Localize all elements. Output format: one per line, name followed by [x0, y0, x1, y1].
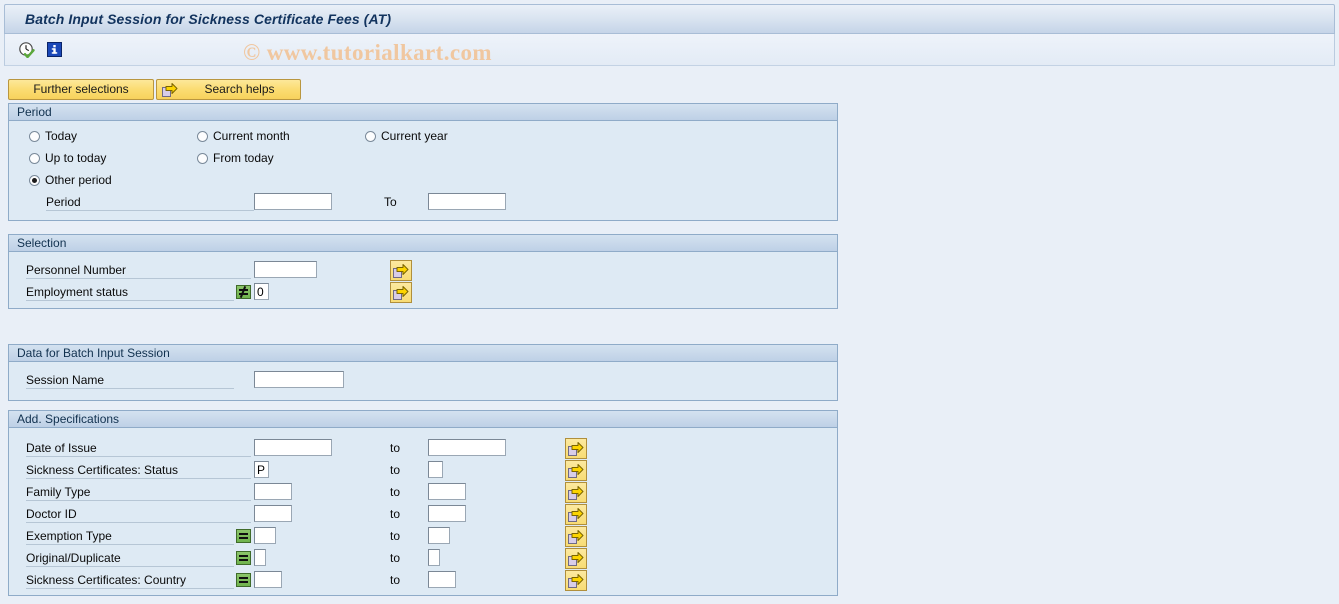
- doctor-id-to-input[interactable]: [428, 505, 466, 522]
- information-icon[interactable]: [46, 41, 63, 58]
- original-duplicate-multi-select-button[interactable]: [565, 548, 587, 569]
- sickness-country-label: Sickness Certificates: Country: [26, 573, 234, 589]
- sickness-status-from-input[interactable]: [254, 461, 269, 478]
- arrow-right-icon: [568, 551, 584, 567]
- radio-label: From today: [213, 151, 274, 165]
- radio-label: Today: [45, 129, 78, 143]
- period-to-input[interactable]: [428, 193, 506, 210]
- exemption-type-label: Exemption Type: [26, 529, 234, 545]
- family-type-from-input[interactable]: [254, 483, 292, 500]
- family-type-to-input[interactable]: [428, 483, 466, 500]
- add-specifications-panel: Add. Specifications Date of Issue to Sic…: [8, 410, 838, 596]
- arrow-right-icon: [568, 529, 584, 545]
- to-label: to: [390, 551, 401, 565]
- application-toolbar: [4, 34, 1335, 66]
- period-panel-header: Period: [9, 104, 837, 121]
- to-label: to: [390, 573, 401, 587]
- arrow-right-icon: [568, 463, 584, 479]
- period-panel: Period Today Current month Current year …: [8, 103, 838, 221]
- radio-other-period[interactable]: Other period: [29, 173, 112, 188]
- batch-session-panel-header: Data for Batch Input Session: [9, 345, 837, 362]
- radio-label: Current month: [213, 129, 290, 143]
- period-from-input[interactable]: [254, 193, 332, 210]
- execute-clock-icon[interactable]: [18, 41, 35, 58]
- batch-session-panel: Data for Batch Input Session Session Nam…: [8, 344, 838, 401]
- radio-current-year[interactable]: Current year: [365, 129, 448, 144]
- original-duplicate-from-input[interactable]: [254, 549, 266, 566]
- search-helps-button[interactable]: Search helps: [156, 79, 301, 100]
- sickness-country-to-input[interactable]: [428, 571, 456, 588]
- radio-indicator: [197, 153, 208, 164]
- to-label: to: [390, 485, 401, 499]
- arrow-right-icon: [568, 573, 584, 589]
- employment-status-input[interactable]: [254, 283, 269, 300]
- further-selections-button[interactable]: Further selections: [8, 79, 154, 100]
- radio-today[interactable]: Today: [29, 129, 77, 144]
- radio-up-to-today[interactable]: Up to today: [29, 151, 106, 166]
- radio-indicator: [29, 153, 40, 164]
- radio-from-today[interactable]: From today: [197, 151, 274, 166]
- arrow-right-icon: [568, 441, 584, 457]
- arrow-right-icon: [162, 82, 178, 98]
- original-duplicate-label: Original/Duplicate: [26, 551, 234, 567]
- arrow-right-icon: [568, 507, 584, 523]
- arrow-right-icon: [568, 485, 584, 501]
- radio-indicator: [365, 131, 376, 142]
- arrow-right-icon: [393, 285, 409, 301]
- radio-indicator: [29, 175, 40, 186]
- period-field-label: Period: [46, 195, 254, 211]
- to-label: to: [390, 529, 401, 543]
- page-title: Batch Input Session for Sickness Certifi…: [25, 11, 392, 27]
- not-equal-operator-icon[interactable]: [236, 285, 251, 299]
- arrow-right-icon: [393, 263, 409, 279]
- family-type-multi-select-button[interactable]: [565, 482, 587, 503]
- selection-panel-header: Selection: [9, 235, 837, 252]
- radio-label: Up to today: [45, 151, 107, 165]
- radio-label: Current year: [381, 129, 448, 143]
- sickness-country-from-input[interactable]: [254, 571, 282, 588]
- date-of-issue-to-input[interactable]: [428, 439, 506, 456]
- radio-indicator: [197, 131, 208, 142]
- personnel-number-input[interactable]: [254, 261, 317, 278]
- original-duplicate-to-input[interactable]: [428, 549, 440, 566]
- date-of-issue-multi-select-button[interactable]: [565, 438, 587, 459]
- doctor-id-multi-select-button[interactable]: [565, 504, 587, 525]
- sickness-status-multi-select-button[interactable]: [565, 460, 587, 481]
- doctor-id-from-input[interactable]: [254, 505, 292, 522]
- personnel-number-label: Personnel Number: [26, 263, 251, 279]
- period-to-label: To: [384, 195, 397, 209]
- radio-current-month[interactable]: Current month: [197, 129, 290, 144]
- selection-panel: Selection Personnel Number Employment st…: [8, 234, 838, 309]
- add-specifications-panel-header: Add. Specifications: [9, 411, 837, 428]
- watermark-text: © www.tutorialkart.com: [243, 40, 492, 65]
- sickness-country-multi-select-button[interactable]: [565, 570, 587, 591]
- search-helps-label: Search helps: [204, 82, 275, 96]
- exemption-type-multi-select-button[interactable]: [565, 526, 587, 547]
- doctor-id-label: Doctor ID: [26, 507, 251, 523]
- session-name-input[interactable]: [254, 371, 344, 388]
- radio-label: Other period: [45, 173, 112, 187]
- sickness-status-to-input[interactable]: [428, 461, 443, 478]
- date-of-issue-label: Date of Issue: [26, 441, 251, 457]
- window-title-bar: Batch Input Session for Sickness Certifi…: [4, 4, 1335, 34]
- equal-operator-icon[interactable]: [236, 529, 251, 543]
- employment-status-label: Employment status: [26, 285, 234, 301]
- personnel-number-multi-select-button[interactable]: [390, 260, 412, 281]
- to-label: to: [390, 507, 401, 521]
- sickness-status-label: Sickness Certificates: Status: [26, 463, 251, 479]
- to-label: to: [390, 441, 401, 455]
- family-type-label: Family Type: [26, 485, 251, 501]
- employment-status-multi-select-button[interactable]: [390, 282, 412, 303]
- exemption-type-to-input[interactable]: [428, 527, 450, 544]
- exemption-type-from-input[interactable]: [254, 527, 276, 544]
- equal-operator-icon[interactable]: [236, 551, 251, 565]
- to-label: to: [390, 463, 401, 477]
- session-name-label: Session Name: [26, 373, 234, 389]
- equal-operator-icon[interactable]: [236, 573, 251, 587]
- radio-indicator: [29, 131, 40, 142]
- date-of-issue-from-input[interactable]: [254, 439, 332, 456]
